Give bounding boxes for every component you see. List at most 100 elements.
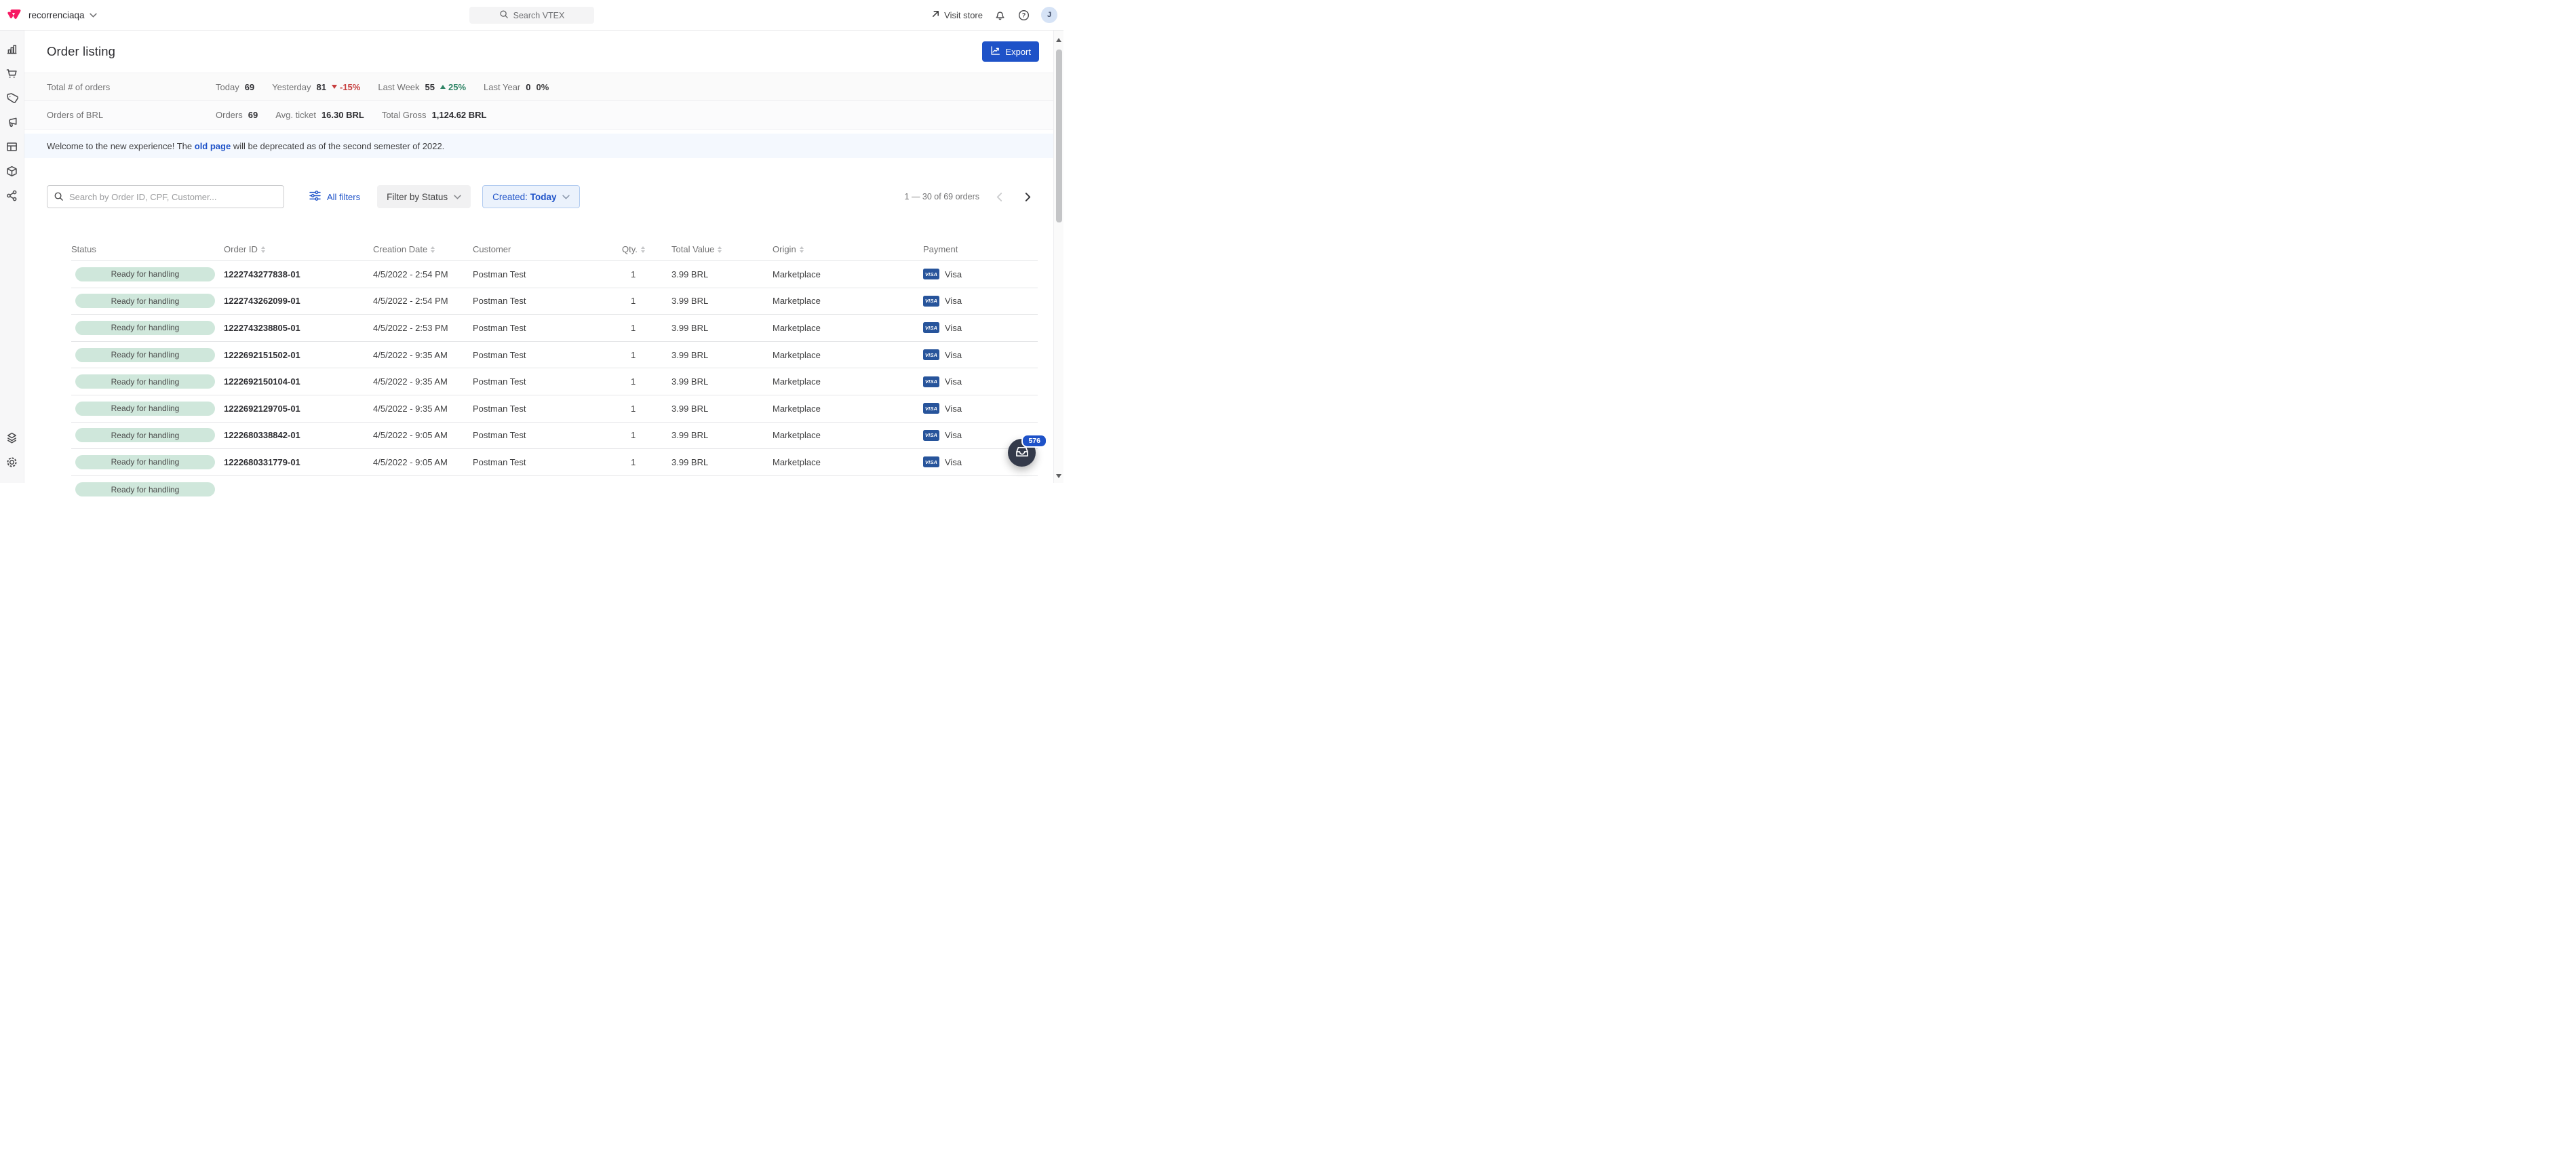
sidebar-item-settings[interactable] (0, 451, 24, 475)
origin-cell: Marketplace (773, 350, 923, 360)
metric-today: Today 69 (216, 82, 254, 92)
customer-cell: Postman Test (473, 404, 622, 414)
gear-icon (5, 456, 18, 471)
sidebar-item-marketing[interactable] (0, 111, 24, 136)
global-search-input[interactable]: Search VTEX (469, 7, 594, 24)
sidebar-item-integrations[interactable] (0, 184, 24, 209)
tag-icon (5, 92, 18, 106)
created-filter-dropdown[interactable]: Created: Today (482, 185, 580, 208)
customer-cell: Postman Test (473, 457, 622, 467)
orders-inbox-floating-button[interactable]: 576 (1008, 439, 1036, 467)
notifications-bell-icon[interactable] (994, 9, 1007, 22)
help-icon[interactable]: ? (1017, 9, 1030, 22)
storefront-icon (5, 140, 18, 155)
status-badge: Ready for handling (75, 321, 215, 335)
cart-icon (5, 67, 18, 82)
column-header-customer: Customer (473, 244, 622, 254)
creation-date-cell: 4/5/2022 - 2:53 PM (373, 323, 473, 333)
column-header-order-id[interactable]: Order ID (224, 244, 373, 254)
filters-toolbar: All filters Filter by Status Created: To… (47, 185, 1036, 208)
order-id-cell: 1222680331779-01 (224, 457, 373, 467)
column-header-total-value[interactable]: Total Value (671, 244, 773, 254)
previous-page-button[interactable] (990, 188, 1008, 206)
inbox-icon (1015, 446, 1030, 460)
total-value-cell: 3.99 BRL (671, 350, 773, 360)
status-badge: Ready for handling (75, 482, 215, 496)
global-search-placeholder: Search VTEX (513, 11, 565, 20)
table-row[interactable]: Ready for handling 1222680338842-01 4/5/… (71, 423, 1038, 450)
old-page-link[interactable]: old page (195, 141, 231, 151)
order-id-cell: 1222743262099-01 (224, 296, 373, 306)
table-row-partial[interactable]: Ready for handling (71, 476, 1038, 503)
metric-avg-ticket: Avg. ticket 16.30 BRL (275, 110, 364, 120)
table-row[interactable]: Ready for handling 1222692151502-01 4/5/… (71, 342, 1038, 369)
order-id-cell: 1222692150104-01 (224, 376, 373, 387)
order-id-cell: 1222692151502-01 (224, 350, 373, 360)
metric-orders: Orders 69 (216, 110, 258, 120)
filter-by-status-dropdown[interactable]: Filter by Status (377, 185, 471, 208)
sort-icon (431, 246, 435, 253)
status-filter-label: Filter by Status (387, 192, 448, 202)
box-icon (5, 165, 18, 180)
trend-down-icon (332, 85, 337, 89)
table-row[interactable]: Ready for handling 1222680331779-01 4/5/… (71, 449, 1038, 476)
svg-text:?: ? (1022, 12, 1026, 18)
visit-store-button[interactable]: Visit store (931, 9, 983, 20)
total-value-cell: 3.99 BRL (671, 404, 773, 414)
sidebar-item-orders[interactable] (0, 62, 24, 87)
all-filters-button[interactable]: All filters (309, 191, 360, 203)
table-row[interactable]: Ready for handling 1222743238805-01 4/5/… (71, 315, 1038, 342)
table-body: Ready for handling 1222743277838-01 4/5/… (71, 261, 1038, 503)
sidebar-item-promotions[interactable] (0, 87, 24, 111)
column-header-payment: Payment (923, 244, 1038, 254)
pagination: 1 — 30 of 69 orders (905, 188, 1036, 206)
search-icon (54, 191, 64, 203)
sidebar-item-storefront[interactable] (0, 136, 24, 160)
total-value-cell: 3.99 BRL (671, 430, 773, 440)
origin-cell: Marketplace (773, 323, 923, 333)
customer-cell: Postman Test (473, 376, 622, 387)
vtex-logo (7, 7, 22, 22)
user-avatar[interactable]: J (1041, 7, 1057, 23)
total-value-cell: 3.99 BRL (671, 457, 773, 467)
scrollbar[interactable] (1053, 31, 1063, 483)
qty-cell: 1 (622, 269, 671, 279)
sidebar-item-analytics[interactable] (0, 38, 24, 62)
column-header-origin[interactable]: Origin (773, 244, 923, 254)
table-row[interactable]: Ready for handling 1222692129705-01 4/5/… (71, 395, 1038, 423)
customer-cell: Postman Test (473, 323, 622, 333)
creation-date-cell: 4/5/2022 - 2:54 PM (373, 269, 473, 279)
column-header-creation-date[interactable]: Creation Date (373, 244, 473, 254)
origin-cell: Marketplace (773, 376, 923, 387)
table-row[interactable]: Ready for handling 1222743277838-01 4/5/… (71, 261, 1038, 288)
payment-cell: VISAVisa (923, 349, 1038, 360)
payment-cell: VISAVisa (923, 403, 1038, 414)
visa-card-icon: VISA (923, 376, 939, 387)
column-header-qty[interactable]: Qty. (622, 244, 671, 254)
bar-chart-icon (5, 43, 18, 58)
account-switcher[interactable]: recorrenciaqa (28, 10, 97, 20)
order-search-input[interactable] (47, 185, 284, 208)
sidebar-item-apps[interactable] (0, 427, 24, 451)
notification-count-badge: 576 (1021, 434, 1047, 448)
scroll-up-arrow[interactable] (1056, 38, 1061, 42)
deprecation-banner: Welcome to the new experience! The old p… (24, 134, 1063, 158)
scroll-down-arrow[interactable] (1056, 474, 1061, 478)
topbar: recorrenciaqa Search VTEX Visit store (0, 0, 1063, 31)
status-badge: Ready for handling (75, 402, 215, 416)
sidebar-item-catalog[interactable] (0, 160, 24, 184)
creation-date-cell: 4/5/2022 - 9:05 AM (373, 430, 473, 440)
line-chart-icon (990, 45, 1000, 58)
next-page-button[interactable] (1019, 188, 1036, 206)
created-value: Today (530, 192, 557, 202)
customer-cell: Postman Test (473, 430, 622, 440)
table-row[interactable]: Ready for handling 1222743262099-01 4/5/… (71, 288, 1038, 315)
table-row[interactable]: Ready for handling 1222692150104-01 4/5/… (71, 368, 1038, 395)
megaphone-icon (5, 116, 18, 131)
visit-store-label: Visit store (944, 10, 983, 20)
export-button[interactable]: Export (982, 41, 1039, 62)
trend-up-icon (440, 85, 446, 89)
customer-cell: Postman Test (473, 296, 622, 306)
scrollbar-thumb[interactable] (1056, 50, 1062, 222)
qty-cell: 1 (622, 376, 671, 387)
